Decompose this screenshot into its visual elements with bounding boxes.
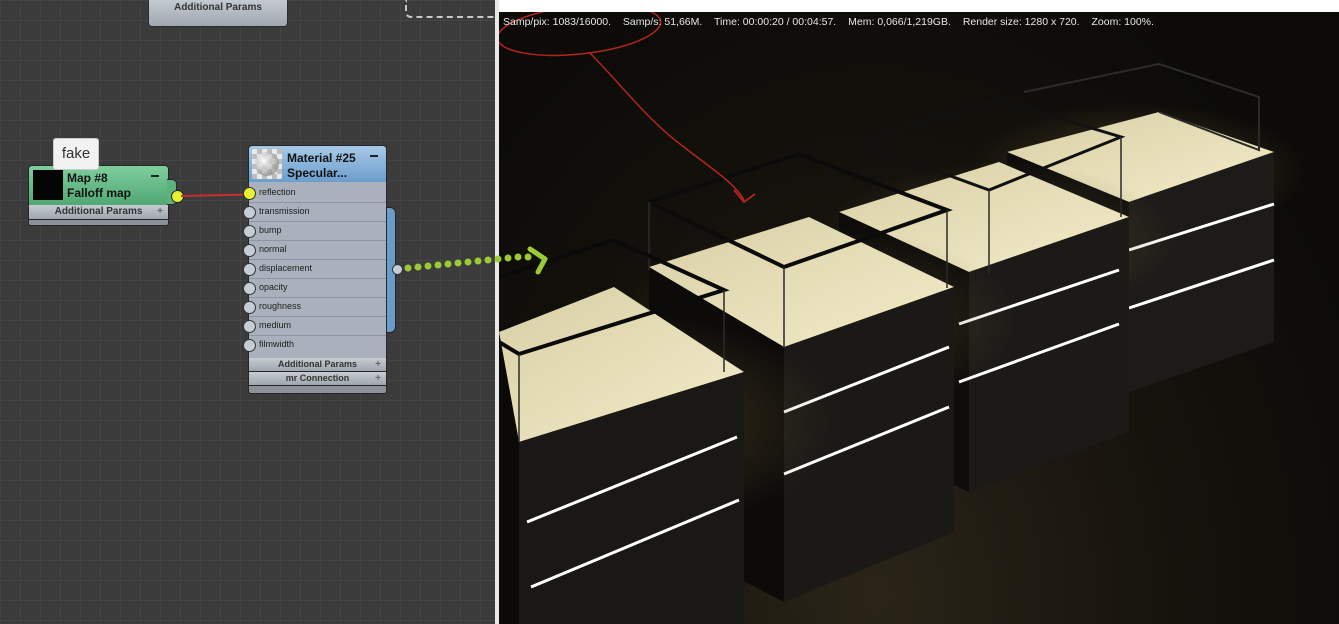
status-samples-per-second: Samp/s: 51,66M. xyxy=(622,16,703,28)
status-zoom: Zoom: 100%. xyxy=(1091,16,1154,28)
annotation-overlay xyxy=(404,246,548,275)
tooltip: fake xyxy=(53,138,99,170)
status-samples-per-pixel: Samp/pix: 1083/16000. xyxy=(503,16,611,28)
status-render-size: Render size: 1280 x 720. xyxy=(962,16,1080,28)
status-time: Time: 00:00:20 / 00:04:57. xyxy=(714,16,837,28)
dotted-arrow-annotation xyxy=(404,253,532,272)
status-memory: Mem: 0,066/1,219GB. xyxy=(848,16,951,28)
arrow-head xyxy=(527,246,548,275)
render-status-bar: Samp/pix: 1083/16000. Samp/s: 51,66M. Ti… xyxy=(503,16,1163,28)
